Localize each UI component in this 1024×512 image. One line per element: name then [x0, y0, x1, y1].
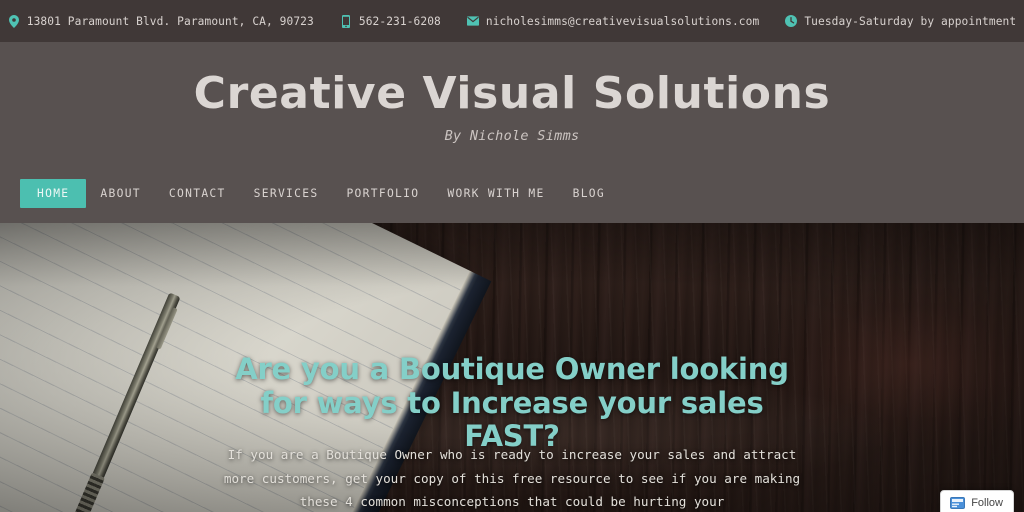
hero-copy: Are you a Boutique Owner looking for way… [0, 223, 1024, 512]
nav-item-work-with-me[interactable]: WORK WITH ME [433, 180, 558, 207]
location-pin-icon [8, 14, 20, 28]
hero-headline: Are you a Boutique Owner looking for way… [235, 352, 789, 454]
site-subtitle: By Nichole Simms [444, 128, 580, 144]
site-title[interactable]: Creative Visual Solutions [0, 72, 1024, 116]
contact-phone[interactable]: 562-231-6208 [340, 14, 441, 28]
main-navigation: HOME ABOUT CONTACT SERVICES PORTFOLIO WO… [0, 163, 1024, 358]
nav-item-home[interactable]: HOME [20, 179, 87, 209]
nav-item-contact[interactable]: CONTACT [155, 180, 240, 207]
follow-widget-label: Follow [971, 497, 1003, 509]
webpage: 13801 Paramount Blvd. Paramount, CA, 907… [0, 0, 1024, 512]
contact-hours: Tuesday-Saturday by appointment [785, 14, 1016, 28]
nav-item-blog[interactable]: BLOG [559, 180, 619, 207]
top-contact-bar: 13801 Paramount Blvd. Paramount, CA, 907… [0, 0, 1024, 42]
hero-section: Are you a Boutique Owner looking for way… [0, 223, 1024, 512]
contact-email-text: nicholesimms@creativevisualsolutions.com [485, 14, 760, 28]
clock-icon [785, 14, 798, 28]
contact-email[interactable]: nicholesimms@creativevisualsolutions.com [466, 14, 760, 28]
follow-widget-icon [950, 497, 966, 509]
nav-item-portfolio[interactable]: PORTFOLIO [332, 180, 433, 207]
phone-icon [340, 14, 352, 28]
contact-hours-text: Tuesday-Saturday by appointment [804, 14, 1017, 28]
contact-phone-text: 562-231-6208 [358, 14, 441, 28]
contact-address[interactable]: 13801 Paramount Blvd. Paramount, CA, 907… [8, 14, 314, 28]
site-header: Creative Visual Solutions By Nichole Sim… [0, 42, 1024, 163]
nav-link-list: HOME ABOUT CONTACT SERVICES PORTFOLIO WO… [20, 179, 619, 209]
nav-item-services[interactable]: SERVICES [240, 180, 333, 207]
follow-widget[interactable]: Follow [940, 490, 1014, 512]
contact-address-text: 13801 Paramount Blvd. Paramount, CA, 907… [26, 14, 314, 28]
nav-item-about[interactable]: ABOUT [86, 180, 155, 207]
hero-body-text: If you are a Boutique Owner who is ready… [223, 447, 801, 510]
envelope-icon [466, 14, 479, 28]
